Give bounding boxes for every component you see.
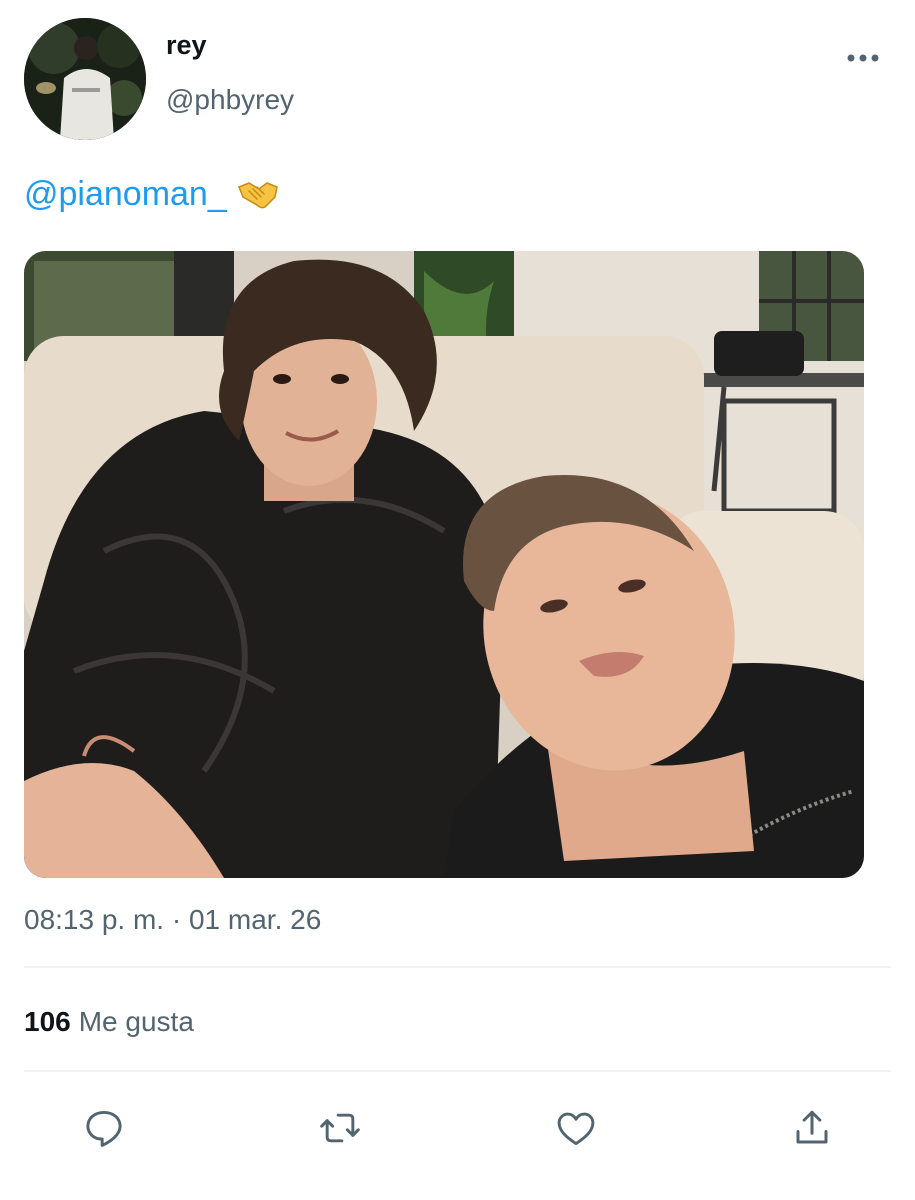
reply-icon[interactable] <box>80 1104 128 1152</box>
mention-link[interactable]: @pianoman_ <box>24 175 227 213</box>
likes-count: 106 <box>24 1006 71 1037</box>
more-options-icon[interactable] <box>845 46 881 70</box>
photo-image <box>24 251 864 878</box>
handshake-icon <box>237 177 279 222</box>
retweet-icon[interactable] <box>316 1104 364 1152</box>
likes-label: Me gusta <box>78 1006 194 1037</box>
user-avatar[interactable] <box>24 18 146 140</box>
divider <box>24 966 891 968</box>
like-icon[interactable] <box>552 1104 600 1152</box>
likes-stat[interactable]: 106 Me gusta <box>24 1006 194 1038</box>
tweet-detail: rey @phbyrey @pianoman_ 08:13 p. m. · 01… <box>0 0 915 1200</box>
user-handle[interactable]: @phbyrey <box>166 84 294 116</box>
display-name[interactable]: rey <box>166 30 207 61</box>
share-icon[interactable] <box>788 1104 836 1152</box>
divider <box>24 1070 891 1072</box>
tweet-photo[interactable] <box>24 251 864 878</box>
tweet-text: @pianoman_ <box>24 172 279 222</box>
avatar-image <box>24 18 146 140</box>
tweet-timestamp[interactable]: 08:13 p. m. · 01 mar. 26 <box>24 904 321 936</box>
